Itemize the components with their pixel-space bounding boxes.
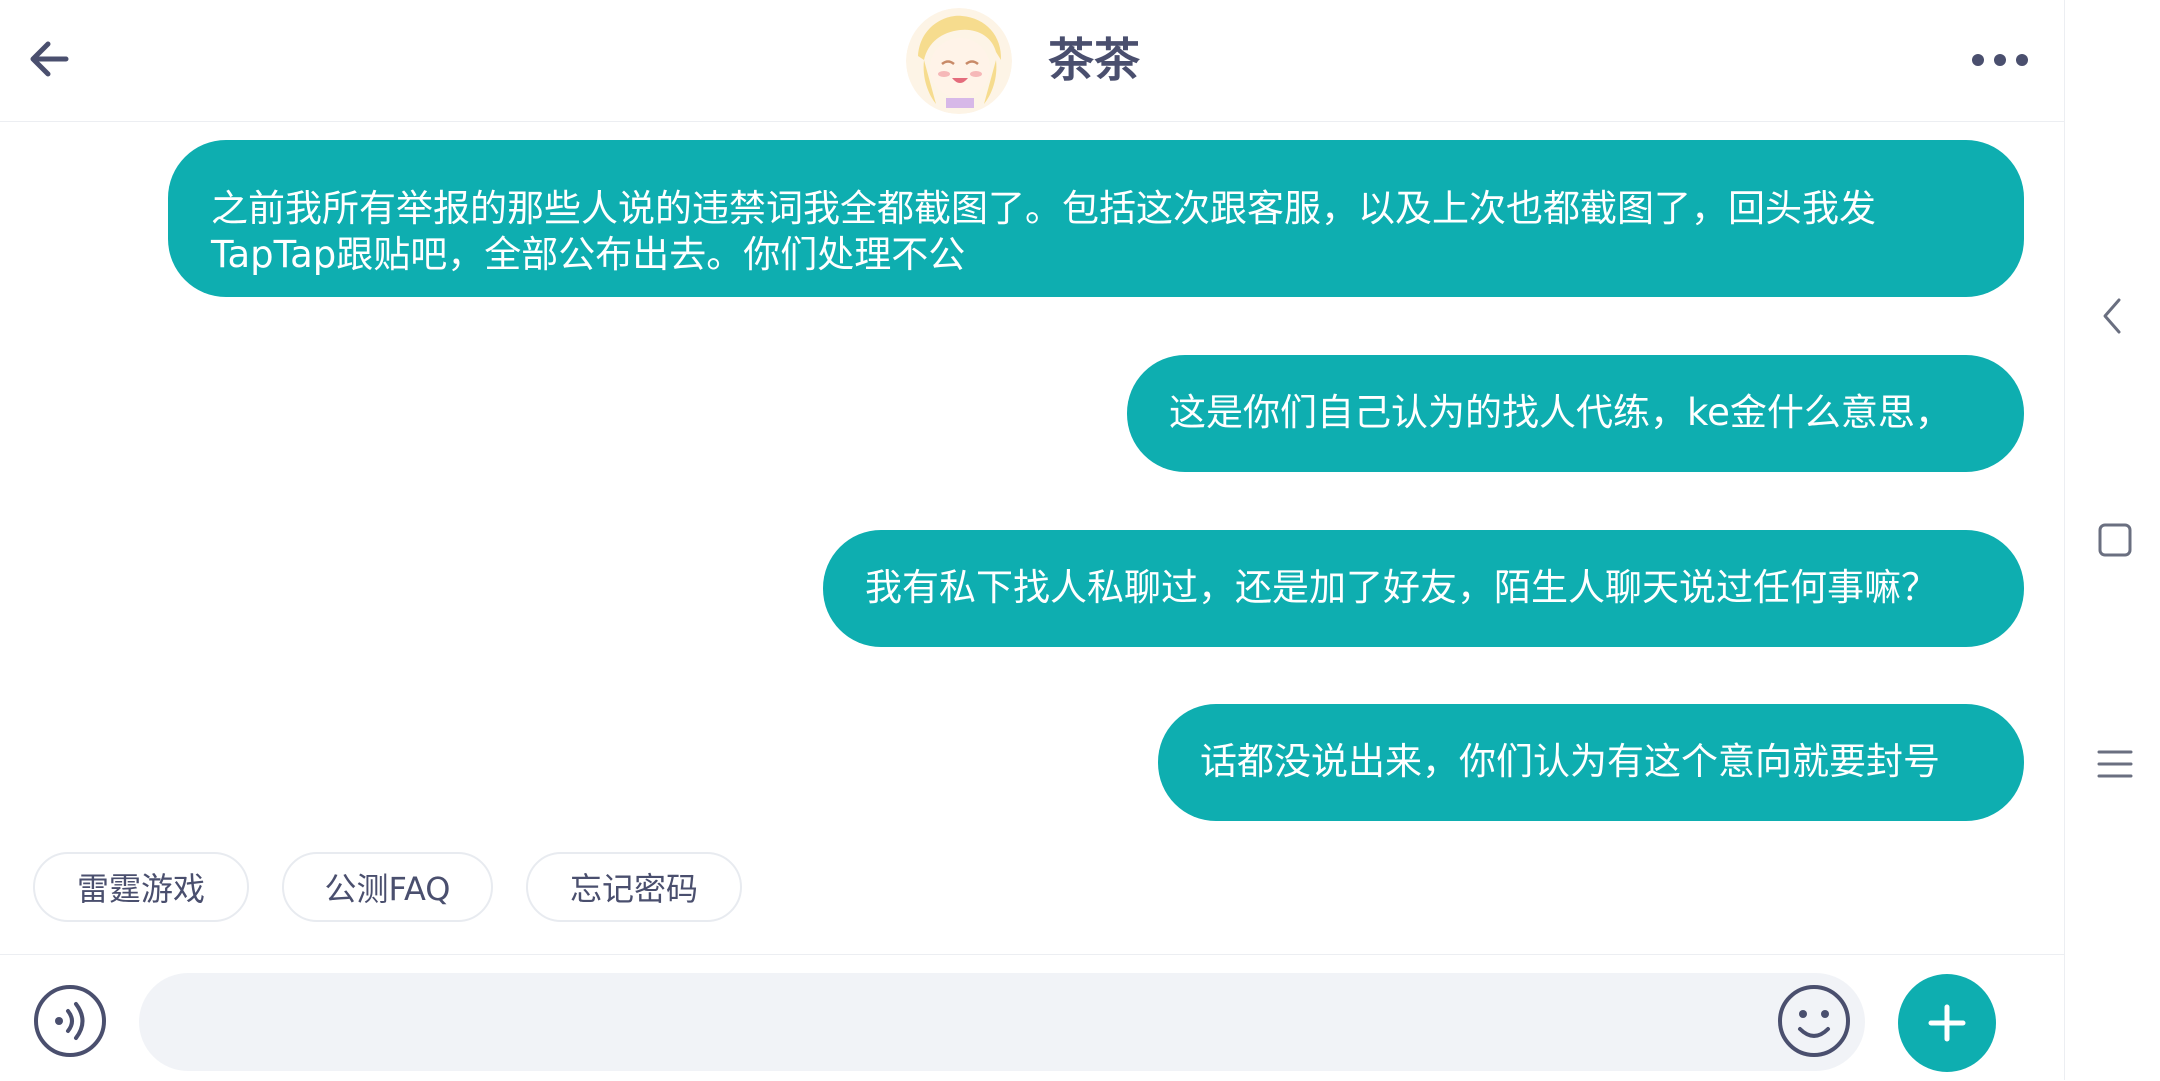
contact-avatar[interactable]	[906, 8, 1012, 114]
emoji-icon	[1778, 985, 1850, 1057]
square-icon	[2098, 523, 2132, 557]
system-home-button[interactable]	[2095, 518, 2135, 562]
menu-icon	[2097, 750, 2133, 778]
quick-reply-bar: 雷霆游戏 公测FAQ 忘记密码	[0, 852, 2064, 924]
system-nav-bar	[2064, 0, 2160, 1080]
more-horizontal-icon	[1972, 54, 2028, 66]
message-bubble[interactable]: 之前我所有举报的那些人说的违禁词我全都截图了。包括这次跟客服，以及上次也都截图了…	[168, 140, 2024, 297]
quick-reply-chip[interactable]: 忘记密码	[526, 852, 742, 922]
message-text-line: TapTap跟贴吧，全部公布出去。你们处理不公	[211, 233, 966, 276]
message-bubble[interactable]: 我有私下找人私聊过，还是加了好友，陌生人聊天说过任何事嘛？	[823, 530, 2024, 647]
more-button[interactable]	[1960, 40, 2040, 80]
avatar-image	[906, 8, 1012, 114]
chat-header: 茶茶	[0, 0, 2064, 122]
message-composer	[0, 954, 2064, 1081]
contact-name: 茶茶	[1048, 33, 1140, 87]
message-input[interactable]	[139, 973, 1865, 1071]
quick-reply-chip[interactable]: 雷霆游戏	[33, 852, 249, 922]
quick-reply-chip[interactable]: 公测FAQ	[282, 852, 493, 922]
system-menu-button[interactable]	[2095, 742, 2135, 786]
arrow-left-icon	[30, 41, 69, 77]
message-text-line: 之前我所有举报的那些人说的违禁词我全都截图了。包括这次跟客服，以及上次也都截图了…	[211, 187, 1876, 230]
voice-button[interactable]	[33, 984, 107, 1058]
chevron-left-icon	[2103, 298, 2121, 334]
back-button[interactable]	[20, 30, 78, 88]
message-list[interactable]: 之前我所有举报的那些人说的违禁词我全都截图了。包括这次跟客服，以及上次也都截图了…	[0, 122, 2064, 842]
voice-icon	[34, 985, 106, 1057]
message-bubble[interactable]: 话都没说出来，你们认为有这个意向就要封号	[1158, 704, 2024, 821]
add-attachment-button[interactable]	[1898, 974, 1996, 1072]
system-back-button[interactable]	[2093, 294, 2133, 338]
message-text-line: 这是你们自己认为的找人代练，ke金什么意思，	[1169, 391, 1952, 434]
emoji-button[interactable]	[1776, 983, 1852, 1059]
message-text-line: 我有私下找人私聊过，还是加了好友，陌生人聊天说过任何事嘛？	[865, 566, 1938, 609]
plus-icon	[1928, 1004, 1966, 1042]
message-text-line: 话都没说出来，你们认为有这个意向就要封号	[1200, 740, 1940, 783]
message-bubble[interactable]: 这是你们自己认为的找人代练，ke金什么意思，	[1127, 355, 2024, 472]
chat-screen: 茶茶 之前我所有举报的那些人说的违禁词我全都截图了。包括这次跟客服，以及上次也都…	[0, 0, 2064, 1081]
